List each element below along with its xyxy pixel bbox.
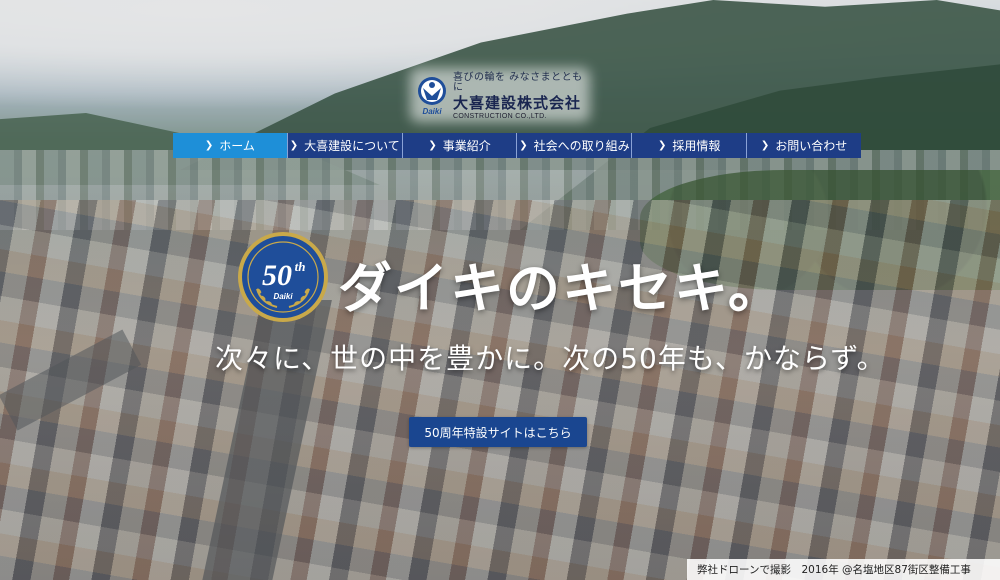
hero-subtitle: 次々に、世の中を豊かに。次の50年も、かならず。	[215, 342, 886, 375]
main-navigation: ❯ ホーム ❯ 大喜建設について ❯ 事業紹介 ❯ 社会への取り組み ❯ 採用情…	[173, 133, 861, 158]
nav-item-label: 大喜建設について	[304, 139, 400, 153]
badge-brand: Daiki	[273, 292, 293, 301]
anniversary-site-button[interactable]: 50周年特設サイトはこちら	[409, 417, 587, 447]
logo-text: 喜びの輪を みなさまとともに 大喜建設株式会社 CONSTRUCTION CO.…	[453, 71, 585, 120]
nav-item-label: 採用情報	[672, 139, 721, 153]
badge-suffix: th	[295, 259, 306, 274]
nav-item-about[interactable]: ❯ 大喜建設について	[287, 133, 403, 158]
logo-tagline: 喜びの輪を みなさまとともに	[453, 71, 583, 93]
logo-english-name: CONSTRUCTION CO.,LTD.	[453, 112, 547, 120]
nav-item-contact[interactable]: ❯ お問い合わせ	[747, 133, 861, 158]
nav-item-business[interactable]: ❯ 事業紹介	[402, 133, 518, 158]
nav-item-label: 事業紹介	[442, 139, 491, 153]
nav-item-label: ホーム	[219, 139, 255, 153]
company-logo[interactable]: Daiki 喜びの輪を みなさまとともに 大喜建設株式会社 CONSTRUCTI…	[415, 71, 585, 120]
chevron-right-icon: ❯	[760, 140, 770, 151]
daiki-logo-icon: Daiki	[415, 76, 449, 116]
50th-anniversary-badge-icon: 50 th Daiki	[237, 231, 329, 323]
photo-caption: 弊社ドローンで撮影 2016年 @名塩地区87街区整備工事	[687, 559, 1000, 580]
chevron-right-icon: ❯	[519, 140, 528, 151]
chevron-right-icon: ❯	[428, 140, 437, 151]
logo-mark-text: Daiki	[422, 107, 442, 116]
nav-item-label: 社会への取り組み	[533, 139, 630, 153]
nav-item-home[interactable]: ❯ ホーム	[173, 133, 288, 158]
logo-company-name: 大喜建設株式会社	[453, 93, 582, 112]
badge-number: 50	[262, 259, 292, 292]
chevron-right-icon: ❯	[658, 140, 667, 151]
nav-item-label: お問い合わせ	[775, 139, 848, 153]
nav-item-recruit[interactable]: ❯ 採用情報	[632, 133, 748, 158]
nav-item-social[interactable]: ❯ 社会への取り組み	[517, 133, 633, 158]
chevron-right-icon: ❯	[289, 140, 299, 151]
chevron-right-icon: ❯	[204, 140, 214, 151]
hero-title: ダイキのキセキ。	[338, 257, 784, 320]
